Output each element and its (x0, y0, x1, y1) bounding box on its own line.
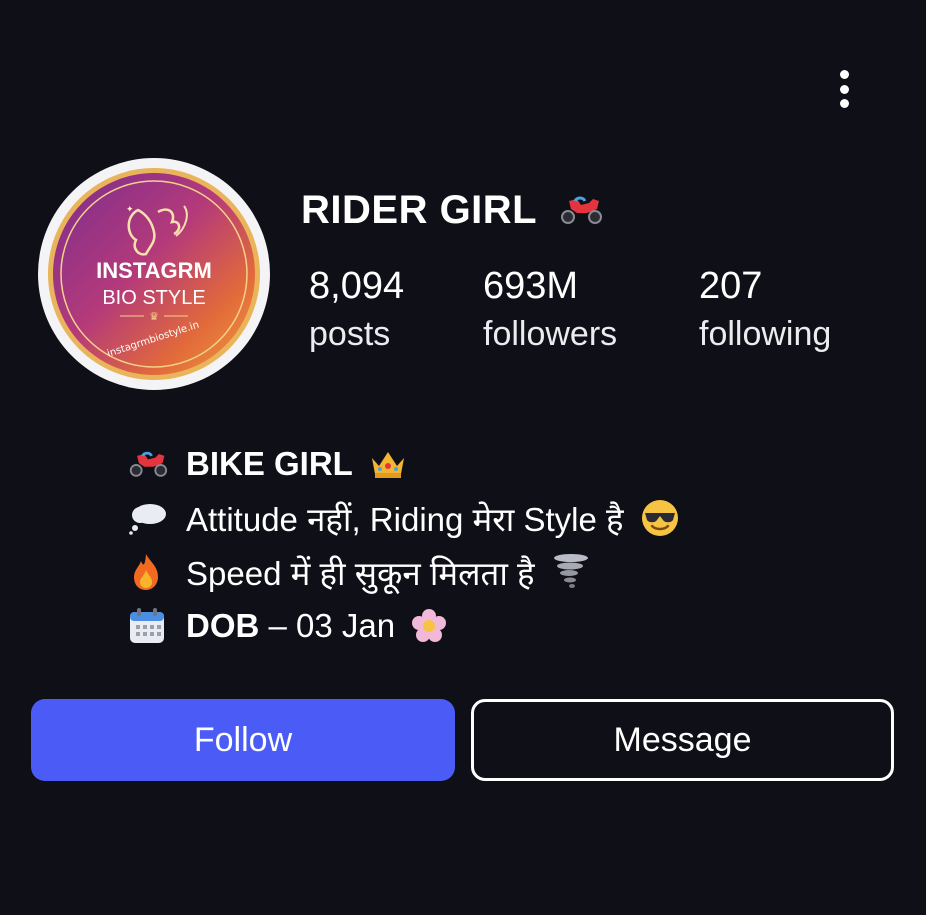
stat-following[interactable]: 207 following (699, 263, 831, 357)
motorcycle-icon (129, 451, 168, 477)
more-dot (839, 70, 849, 79)
bio-line: BIKE GIRL (128, 437, 680, 491)
stat-followers[interactable]: 693M followers (483, 263, 617, 357)
more-dot (839, 99, 849, 108)
avatar-logo: ✦ INSTAGRM BIO STYLE ♛ instagrmbiostyle.… (48, 168, 260, 380)
follow-button[interactable]: Follow (31, 699, 455, 781)
fire-icon (134, 554, 158, 590)
crown-icon (371, 452, 404, 478)
bio-line1-text: BIKE GIRL (186, 445, 353, 482)
svg-text:♛: ♛ (149, 310, 159, 323)
calendar-icon (130, 608, 164, 643)
thought-bubble-icon (129, 504, 166, 535)
motorcycle-icon (561, 196, 603, 224)
bio-line4-text: – 03 Jan (259, 607, 396, 644)
more-options-icon[interactable] (828, 66, 860, 112)
following-count: 207 (699, 265, 763, 307)
bio-line: Attitude नहीं, Riding मेरा Style है (128, 491, 680, 545)
message-button[interactable]: Message (471, 699, 894, 781)
sunglasses-face-icon (641, 500, 678, 536)
bio-line2-text: Attitude नहीं, Riding मेरा Style है (186, 500, 624, 538)
avatar[interactable]: ✦ INSTAGRM BIO STYLE ♛ instagrmbiostyle.… (38, 158, 270, 390)
tornado-icon (553, 554, 588, 588)
bio-line4-bold: DOB (186, 607, 260, 644)
bio-line3-text: Speed में ही सुकून मिलता है (186, 554, 535, 592)
avatar-line1: INSTAGRM (96, 258, 212, 283)
bio-line: DOB – 03 Jan (128, 599, 680, 653)
following-label: following (699, 315, 832, 353)
svg-text:✦: ✦ (126, 205, 134, 215)
posts-label: posts (309, 315, 391, 353)
avatar-line2: BIO STYLE (102, 287, 205, 309)
blossom-icon (412, 609, 447, 642)
followers-count: 693M (483, 265, 579, 307)
bio-line: Speed में ही सुकून मिलता है (128, 545, 680, 599)
profile-header: RIDER GIRL (301, 186, 603, 234)
posts-count: 8,094 (309, 265, 405, 307)
stat-posts[interactable]: 8,094 posts (309, 263, 404, 357)
more-dot (839, 84, 849, 94)
bio: BIKE GIRL Attitude नहीं, Riding मेरा Sty… (128, 437, 680, 653)
followers-label: followers (483, 315, 618, 353)
profile-name: RIDER GIRL (301, 188, 538, 232)
